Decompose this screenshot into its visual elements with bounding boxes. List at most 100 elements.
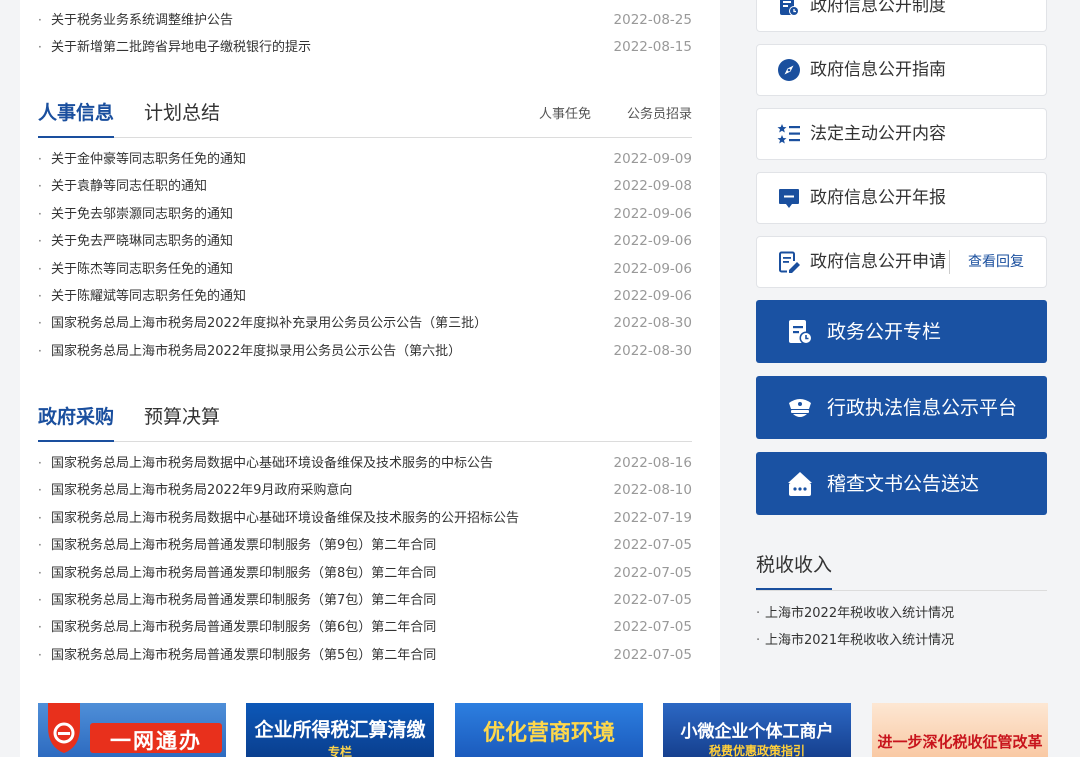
police-cap-icon xyxy=(789,399,811,417)
personnel-section-header: 人事信息 计划总结 人事任免 公务员招录 xyxy=(38,93,692,138)
gov-info-disclosure-system-button[interactable]: 政府信息公开制度 xyxy=(756,0,1047,32)
news-date: 2022-09-06 xyxy=(613,287,692,304)
news-title[interactable]: 关于免去严晓琳同志职务的通知 xyxy=(51,228,233,255)
list-item[interactable]: · 国家税务总局上海市税务局数据中心基础环境设备维保及技术服务的公开招标公告 202… xyxy=(38,505,692,532)
procurement-section-header: 政府采购 预算决算 xyxy=(38,397,692,442)
news-date: 2022-08-25 xyxy=(613,12,692,28)
banner-row: 一网通办 企业所得税汇算清缴 专栏 优化营商环境 小微企业个体工商户 税费优惠政… xyxy=(38,703,1048,757)
list-item[interactable]: · 关于税务业务系统调整维护公告 2022-08-25 xyxy=(38,7,692,34)
list-item[interactable]: · 关于陈杰等同志职务任免的通知 2022-09-06 xyxy=(38,256,692,283)
news-date: 2022-07-05 xyxy=(613,537,692,554)
news-title[interactable]: 国家税务总局上海市税务局普通发票印制服务（第5包）第二年合同 xyxy=(51,642,436,669)
list-item[interactable]: · 上海市2021年税收收入统计情况 xyxy=(756,627,1047,654)
tab-plan-summary[interactable]: 计划总结 xyxy=(144,97,220,129)
button-label: 政府信息公开年报 xyxy=(810,188,946,208)
news-title[interactable]: 国家税务总局上海市税务局2022年9月政府采购意向 xyxy=(51,477,352,504)
news-date: 2022-09-08 xyxy=(613,178,692,195)
news-title[interactable]: 关于免去邬崇灏同志职务的通知 xyxy=(51,201,233,228)
tax-income-list: · 上海市2022年税收收入统计情况 · 上海市2021年税收收入统计情况 xyxy=(756,600,1047,654)
list-item[interactable]: · 国家税务总局上海市税务局数据中心基础环境设备维保及技术服务的中标公告 2022-… xyxy=(38,450,692,477)
chat-icon xyxy=(779,189,799,208)
banner-title: 优化营商环境 xyxy=(482,721,615,746)
list-item[interactable]: · 关于免去严晓琳同志职务的通知 2022-09-06 xyxy=(38,228,692,255)
tab-budget-final-accounts[interactable]: 预算决算 xyxy=(144,401,220,433)
list-item[interactable]: · 国家税务总局上海市税务局2022年度拟补充录用公务员公示公告（第三批） 2022… xyxy=(38,310,692,337)
section-title[interactable]: 税收收入 xyxy=(756,549,833,590)
news-date: 2022-09-06 xyxy=(613,260,692,277)
list-item[interactable]: · 国家税务总局上海市税务局普通发票印制服务（第5包）第二年合同 2022-07-0… xyxy=(38,642,692,669)
personnel-news-list: · 关于金仲豪等同志职务任免的通知 2022-09-09 · 关于袁静等同志任职的通知… xyxy=(38,146,692,365)
banner-business-environment[interactable]: 优化营商环境 xyxy=(455,703,643,757)
banner-small-micro-enterprises[interactable]: 小微企业个体工商户 税费优惠政策指引 xyxy=(663,703,851,757)
news-date: 2022-07-05 xyxy=(613,619,692,636)
news-date: 2022-09-09 xyxy=(613,151,692,167)
news-date: 2022-08-15 xyxy=(613,39,692,56)
banner-title: 企业所得税汇算清缴 xyxy=(254,719,426,741)
tax-item-title[interactable]: 上海市2022年税收收入统计情况 xyxy=(765,606,954,621)
banner-title: 一网通办 xyxy=(110,729,202,753)
gov-affairs-column-button[interactable]: 政务公开专栏 xyxy=(756,300,1047,363)
button-label: 政务公开专栏 xyxy=(827,321,942,343)
news-title[interactable]: 关于金仲豪等同志职务任免的通知 xyxy=(51,146,246,173)
tab-personnel-info[interactable]: 人事信息 xyxy=(38,97,115,138)
button-label: 政府信息公开制度 xyxy=(810,0,946,16)
news-title[interactable]: 国家税务总局上海市税务局数据中心基础环境设备维保及技术服务的中标公告 xyxy=(51,450,493,477)
news-date: 2022-09-06 xyxy=(613,233,692,250)
news-title[interactable]: 国家税务总局上海市税务局2022年度拟补充录用公务员公示公告（第三批） xyxy=(51,310,487,337)
list-item[interactable]: · 国家税务总局上海市税务局普通发票印制服务（第7包）第二年合同 2022-07-0… xyxy=(38,587,692,614)
list-item[interactable]: · 国家税务总局上海市税务局普通发票印制服务（第6包）第二年合同 2022-07-0… xyxy=(38,614,692,641)
news-title[interactable]: 关于陈耀斌等同志职务任免的通知 xyxy=(51,283,246,310)
banner-subtitle: 税费优惠政策指引 xyxy=(708,744,805,757)
button-label: 政府信息公开指南 xyxy=(810,60,946,80)
banner-corporate-income-tax[interactable]: 企业所得税汇算清缴 专栏 xyxy=(246,703,434,757)
view-reply-link[interactable]: 查看回复 xyxy=(949,250,1024,274)
news-date: 2022-07-19 xyxy=(613,509,692,526)
list-item[interactable]: · 国家税务总局上海市税务局普通发票印制服务（第8包）第二年合同 2022-07-0… xyxy=(38,560,692,587)
robot-icon xyxy=(788,472,812,496)
news-title[interactable]: 国家税务总局上海市税务局普通发票印制服务（第7包）第二年合同 xyxy=(51,587,436,614)
list-item[interactable]: · 国家税务总局上海市税务局2022年9月政府采购意向 2022-08-10 xyxy=(38,477,692,504)
one-network-logo-icon xyxy=(48,703,80,753)
statutory-disclosure-content-button[interactable]: 法定主动公开内容 xyxy=(756,108,1047,160)
list-item[interactable]: · 关于新增第二批跨省异地电子缴税银行的提示 2022-08-15 xyxy=(38,34,692,61)
news-title[interactable]: 关于税务业务系统调整维护公告 xyxy=(51,7,233,34)
list-item[interactable]: · 上海市2022年税收收入统计情况 xyxy=(756,600,1047,627)
gov-info-annual-report-button[interactable]: 政府信息公开年报 xyxy=(756,172,1047,224)
list-item[interactable]: · 关于金仲豪等同志职务任免的通知 2022-09-09 xyxy=(38,146,692,173)
banner-one-network[interactable]: 一网通办 xyxy=(38,703,226,757)
link-civil-servant-recruitment[interactable]: 公务员招录 xyxy=(627,107,692,122)
news-title[interactable]: 关于陈杰等同志职务任免的通知 xyxy=(51,256,233,283)
news-title[interactable]: 国家税务总局上海市税务局普通发票印制服务（第9包）第二年合同 xyxy=(51,532,436,559)
personnel-links: 人事任免 公务员招录 xyxy=(503,103,692,122)
news-title[interactable]: 关于袁静等同志任职的通知 xyxy=(51,173,207,200)
banner-tax-reform[interactable]: 进一步深化税收征管改革 xyxy=(872,703,1048,757)
gov-info-application-button[interactable]: 政府信息公开申请 查看回复 xyxy=(756,236,1047,288)
edit-icon xyxy=(779,251,800,273)
news-title[interactable]: 关于新增第二批跨省异地电子缴税银行的提示 xyxy=(51,34,311,61)
news-title[interactable]: 国家税务总局上海市税务局数据中心基础环境设备维保及技术服务的公开招标公告 xyxy=(51,505,519,532)
tax-item-title[interactable]: 上海市2021年税收收入统计情况 xyxy=(765,633,954,648)
tab-government-procurement[interactable]: 政府采购 xyxy=(38,401,115,442)
news-title[interactable]: 国家税务总局上海市税务局普通发票印制服务（第6包）第二年合同 xyxy=(51,614,436,641)
banner-subtitle: 专栏 xyxy=(327,745,352,757)
list-item[interactable]: · 国家税务总局上海市税务局普通发票印制服务（第9包）第二年合同 2022-07-0… xyxy=(38,532,692,559)
list-item[interactable]: · 关于陈耀斌等同志职务任免的通知 2022-09-06 xyxy=(38,283,692,310)
list-item[interactable]: · 关于袁静等同志任职的通知 2022-09-08 xyxy=(38,173,692,200)
news-date: 2022-08-10 xyxy=(613,482,692,499)
list-icon xyxy=(777,124,800,144)
banner-title: 小微企业个体工商户 xyxy=(680,722,834,742)
news-date: 2022-07-05 xyxy=(613,646,692,663)
news-date: 2022-08-16 xyxy=(613,455,692,471)
admin-enforcement-platform-button[interactable]: 行政执法信息公示平台 xyxy=(756,376,1047,439)
list-item[interactable]: · 国家税务总局上海市税务局2022年度拟录用公务员公示公告（第六批） 2022-0… xyxy=(38,338,692,365)
main-content: · 关于税务业务系统调整维护公告 2022-08-25 · 关于新增第二批跨省异地电子… xyxy=(20,0,720,757)
button-label: 行政执法信息公示平台 xyxy=(827,397,1018,419)
news-date: 2022-07-05 xyxy=(613,591,692,608)
news-title[interactable]: 国家税务总局上海市税务局2022年度拟录用公务员公示公告（第六批） xyxy=(51,338,461,365)
inspection-document-delivery-button[interactable]: 稽查文书公告送达 xyxy=(756,452,1047,515)
list-item[interactable]: · 关于免去邬崇灏同志职务的通知 2022-09-06 xyxy=(38,201,692,228)
link-personnel-appointment[interactable]: 人事任免 xyxy=(539,107,591,122)
tax-income-header: 税收收入 xyxy=(756,545,1047,591)
news-title[interactable]: 国家税务总局上海市税务局普通发票印制服务（第8包）第二年合同 xyxy=(51,560,436,587)
gov-info-disclosure-guide-button[interactable]: 政府信息公开指南 xyxy=(756,44,1047,96)
